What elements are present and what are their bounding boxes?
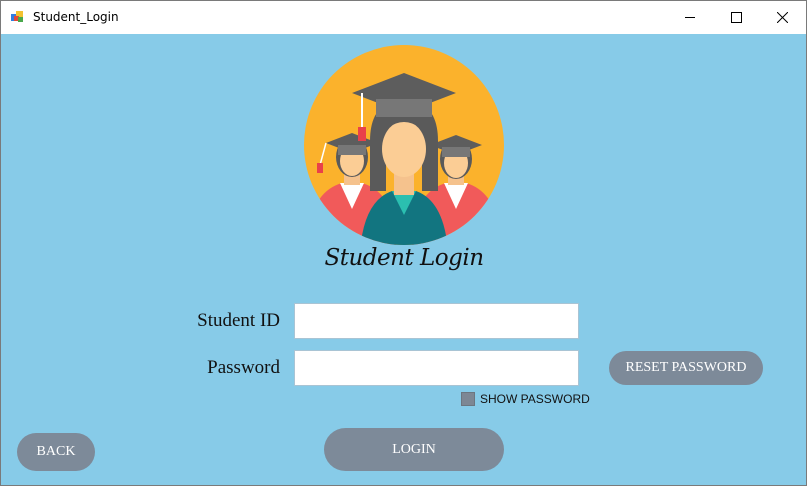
login-button[interactable]: LOGIN xyxy=(324,428,504,471)
graduates-icon xyxy=(304,45,504,245)
app-icon xyxy=(11,11,23,22)
password-label: Password xyxy=(207,357,280,378)
show-password-checkbox[interactable] xyxy=(461,392,475,406)
show-password-label[interactable]: SHOW PASSWORD xyxy=(480,392,590,406)
logo-title: Student Login xyxy=(324,245,484,271)
close-button[interactable] xyxy=(759,1,805,34)
student-id-label: Student ID xyxy=(197,310,280,331)
maximize-icon xyxy=(730,12,742,23)
reset-password-button[interactable]: RESET PASSWORD xyxy=(609,351,763,385)
window-title: Student_Login xyxy=(33,10,119,24)
maximize-button[interactable] xyxy=(713,1,759,34)
close-icon xyxy=(776,12,788,23)
minimize-icon xyxy=(684,17,695,18)
password-input[interactable] xyxy=(294,350,579,386)
minimize-button[interactable] xyxy=(667,1,713,34)
back-button[interactable]: BACK xyxy=(17,433,95,471)
student-id-input[interactable] xyxy=(294,303,579,339)
login-window: Student_Login Student Login Student ID P… xyxy=(0,0,807,486)
title-bar: Student_Login xyxy=(1,1,806,34)
